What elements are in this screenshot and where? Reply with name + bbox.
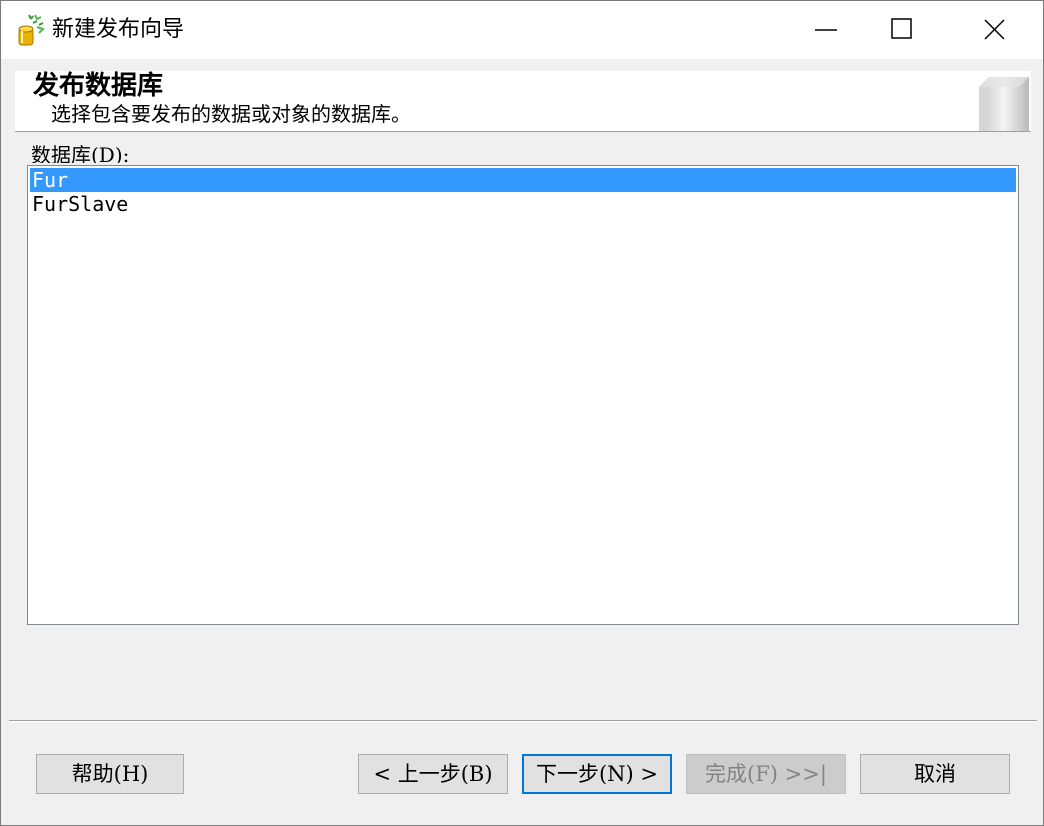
header-divider bbox=[15, 131, 1031, 132]
wizard-header: 发布数据库 选择包含要发布的数据或对象的数据库。 bbox=[15, 71, 1031, 131]
list-item-furslave[interactable]: FurSlave bbox=[30, 192, 1016, 216]
list-item-fur[interactable]: Fur bbox=[30, 168, 1016, 192]
page-subtitle: 选择包含要发布的数据或对象的数据库。 bbox=[51, 102, 411, 126]
finish-button[interactable]: 完成(F) >>| bbox=[686, 754, 846, 794]
maximize-button[interactable] bbox=[857, 1, 949, 59]
back-button[interactable]: < 上一步(B) bbox=[358, 754, 508, 794]
help-button[interactable]: 帮助(H) bbox=[36, 754, 184, 794]
page-title: 发布数据库 bbox=[33, 71, 164, 101]
window-title: 新建发布向导 bbox=[52, 17, 185, 42]
title-bar[interactable]: 新建发布向导 bbox=[1, 1, 1043, 59]
maximize-icon bbox=[891, 18, 912, 39]
footer-divider bbox=[9, 720, 1037, 722]
close-button[interactable] bbox=[949, 1, 1041, 59]
cancel-button[interactable]: 取消 bbox=[860, 754, 1010, 794]
wizard-window: 新建发布向导 发布数据库 选择包含要发布的数据或对象的数据库。 数据库(D): … bbox=[0, 0, 1044, 826]
book-graphic-icon bbox=[979, 77, 1029, 131]
minimize-icon bbox=[815, 29, 837, 31]
database-listbox[interactable]: Fur FurSlave bbox=[27, 165, 1019, 625]
database-list-label: 数据库(D): bbox=[31, 143, 130, 163]
next-button[interactable]: 下一步(N) > bbox=[522, 754, 672, 794]
publication-wizard-icon bbox=[18, 14, 45, 46]
close-icon bbox=[984, 19, 1005, 40]
